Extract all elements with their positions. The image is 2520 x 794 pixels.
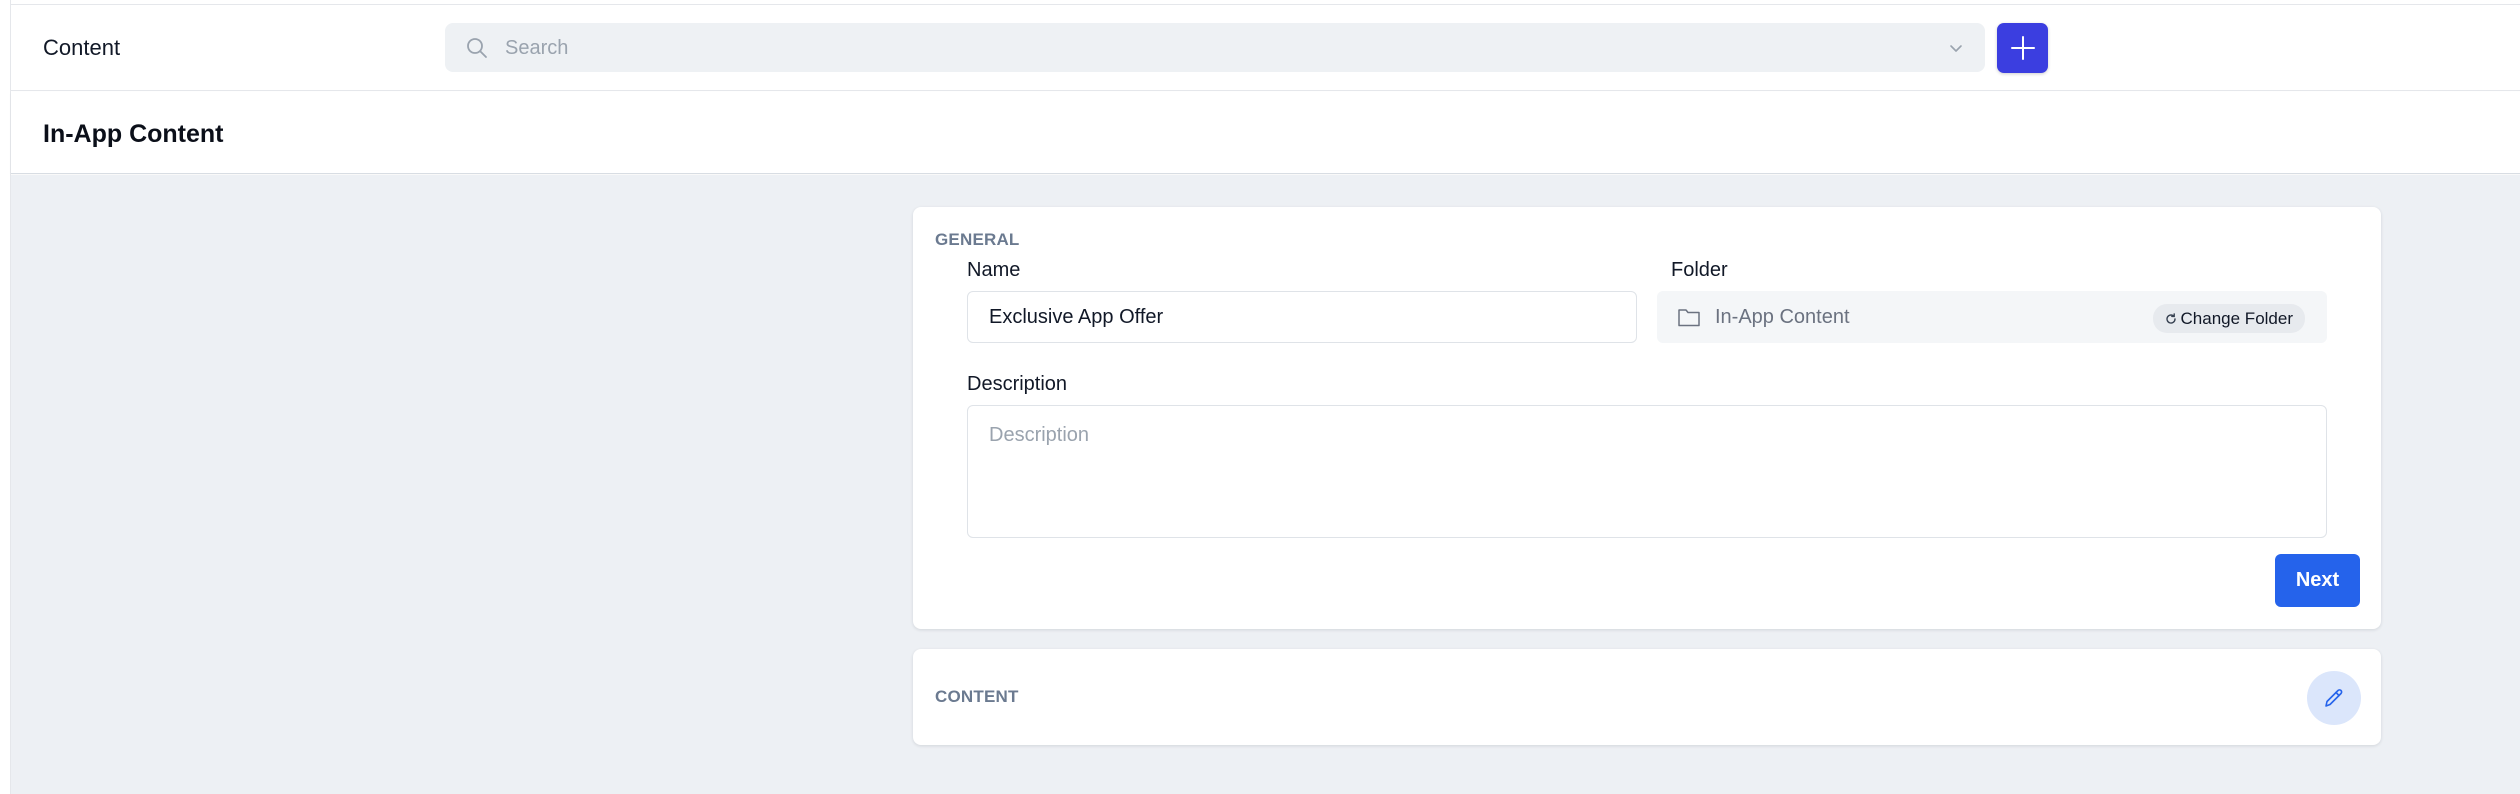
content-section-label: CONTENT xyxy=(935,687,1019,706)
folder-label: Folder xyxy=(1671,259,1728,281)
name-label: Name xyxy=(967,259,1021,281)
top-header: Content Search xyxy=(11,5,2520,91)
change-folder-button[interactable]: Change Folder xyxy=(2152,304,2305,333)
search-input[interactable]: Search xyxy=(445,23,1985,72)
description-placeholder: Description xyxy=(989,424,1090,446)
add-button[interactable] xyxy=(1997,23,2048,73)
page-header: In-App Content xyxy=(11,92,2520,174)
general-section-label: GENERAL xyxy=(935,230,1020,249)
content-card: CONTENT xyxy=(913,649,2381,745)
name-input[interactable]: Exclusive App Offer xyxy=(967,291,1637,343)
search-placeholder: Search xyxy=(505,37,569,59)
folder-icon xyxy=(1677,306,1701,333)
header-title: Content xyxy=(43,35,121,60)
description-label: Description xyxy=(967,373,1068,395)
folder-field: In-App Content Change Folder xyxy=(1657,291,2327,343)
general-card: GENERAL Name Exclusive App Offer Folder … xyxy=(913,207,2381,629)
chevron-down-icon[interactable] xyxy=(1947,39,1965,57)
next-button[interactable]: Next xyxy=(2275,554,2360,607)
main-area: GENERAL Name Exclusive App Offer Folder … xyxy=(11,175,2520,794)
search-icon xyxy=(465,36,489,60)
description-textarea[interactable]: Description xyxy=(967,405,2327,538)
page-title: In-App Content xyxy=(43,120,224,148)
folder-name: In-App Content xyxy=(1715,306,1850,328)
app-window: Content Search In-App Content GENERAL Na… xyxy=(10,0,2520,794)
edit-content-button[interactable] xyxy=(2307,671,2361,725)
refresh-icon xyxy=(2165,313,2176,324)
change-folder-label: Change Folder xyxy=(2180,309,2293,328)
